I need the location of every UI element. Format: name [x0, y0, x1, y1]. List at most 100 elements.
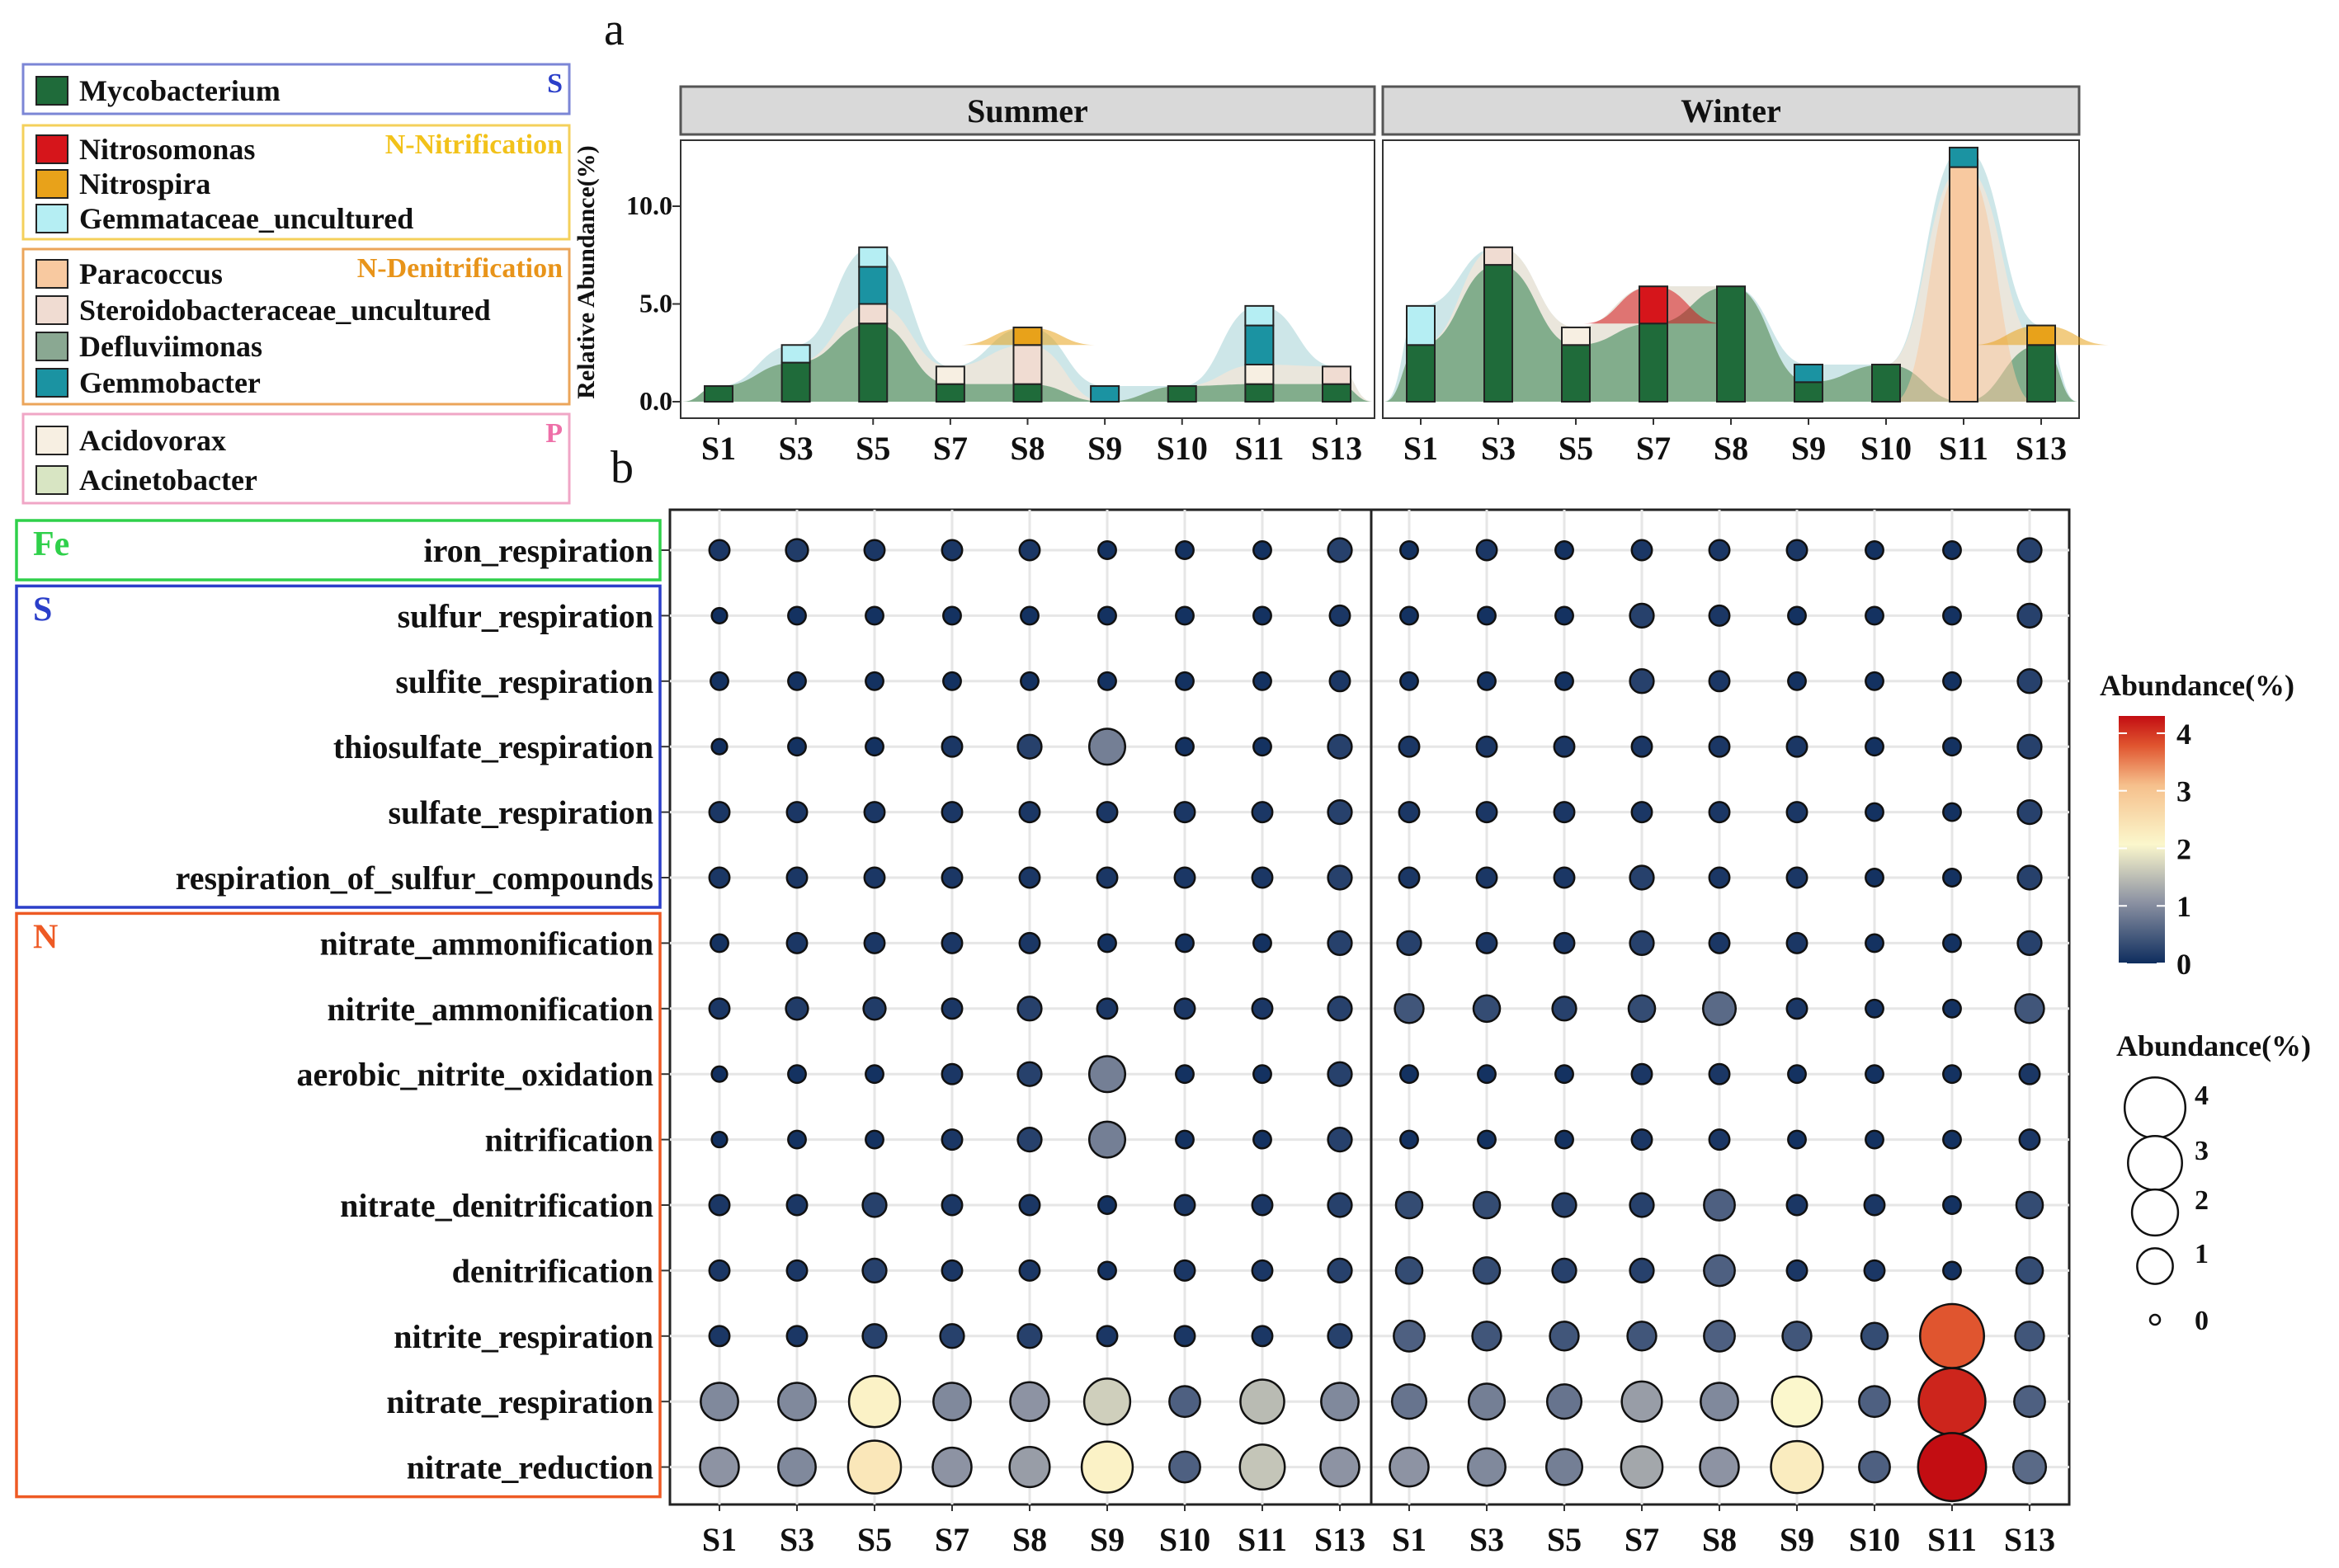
bubble: [1018, 801, 1041, 824]
bubble: [941, 735, 964, 758]
bubble: [1554, 1129, 1574, 1150]
bubble: [1475, 539, 1498, 562]
bubble: [1399, 605, 1419, 626]
x-tick-label: S13: [1311, 430, 1362, 467]
bubble: [941, 1062, 964, 1085]
bubble: [1942, 605, 1962, 626]
bubble: [1630, 801, 1653, 824]
x-tick-label: S5: [857, 1521, 892, 1558]
x-tick-label: S1: [1403, 430, 1438, 467]
bubble: [1942, 671, 1962, 691]
bubble: [1708, 539, 1731, 562]
row-label: aerobic_nitrite_oxidation: [296, 1056, 653, 1093]
bubble: [941, 931, 964, 954]
bubble: [785, 1194, 809, 1217]
bubble: [932, 1382, 972, 1422]
x-tick-label: S10: [1860, 430, 1912, 467]
bubble: [1097, 671, 1117, 691]
color-legend-tick: 0: [2176, 948, 2191, 981]
stack-segment: [1949, 166, 1978, 403]
bubble: [1553, 801, 1576, 824]
bubble: [1551, 1257, 1577, 1284]
bubble: [777, 1447, 817, 1487]
facet-strip-label: Winter: [1681, 92, 1780, 129]
size-legend-label: 0: [2195, 1306, 2209, 1336]
bubble: [1785, 801, 1808, 824]
legend-item-label: Gemmataceae_uncultured: [79, 202, 413, 235]
bubble: [2016, 668, 2043, 695]
row-label: nitrate_ammonification: [320, 925, 653, 962]
bubble: [1863, 1259, 1886, 1282]
bubble: [1787, 671, 1807, 691]
stack-segment: [858, 323, 889, 403]
bubble: [710, 606, 729, 624]
bubble: [1865, 671, 1884, 691]
bubble: [785, 996, 809, 1021]
bubble: [1551, 1192, 1577, 1218]
bubble: [1096, 801, 1119, 824]
bubble: [941, 1259, 964, 1282]
bubble: [1553, 866, 1576, 889]
stack-segment: [1483, 264, 1513, 403]
bubble: [1399, 671, 1419, 691]
bubble: [1016, 1323, 1043, 1349]
bubble: [1080, 1440, 1134, 1494]
bubble: [862, 996, 887, 1021]
x-tick-label: S5: [1559, 430, 1593, 467]
row-label: denitrification: [452, 1252, 653, 1289]
size-legend-circle: [2130, 1188, 2180, 1237]
facet-summer: Summer S1 S3 S5 S7 S8 S9 S10 S11 S13: [679, 85, 1376, 467]
bubble: [1173, 1259, 1196, 1282]
bubble: [1785, 539, 1808, 562]
bubble: [1327, 798, 1353, 826]
bubble: [787, 671, 807, 691]
bubble: [1629, 864, 1655, 891]
legend-swatch: [35, 169, 68, 199]
color-legend-tick: 1: [2176, 890, 2191, 923]
bubble: [1554, 671, 1574, 691]
x-tick-label: S11: [1939, 430, 1988, 467]
bubble: [1475, 866, 1498, 889]
bubble: [1865, 540, 1884, 560]
bubble: [708, 866, 731, 889]
x-tick-label: S7: [935, 1521, 969, 1558]
stack-segment: [1483, 246, 1513, 266]
bubble: [1919, 1302, 1985, 1369]
bubble: [2014, 1321, 2045, 1352]
bubble: [1475, 801, 1498, 824]
x-tick-label: S7: [933, 430, 968, 467]
bubble: [863, 866, 886, 889]
bubble: [2016, 798, 2043, 826]
bubble: [1018, 1259, 1041, 1282]
bubble: [1173, 1325, 1196, 1348]
bubble: [942, 605, 962, 626]
legend-swatch: [35, 76, 68, 106]
bubble: [1173, 801, 1196, 824]
bubble: [2018, 1062, 2041, 1085]
bubble: [1175, 605, 1195, 626]
bubble: [1238, 1443, 1286, 1491]
size-legend-label: 1: [2195, 1239, 2209, 1269]
bubble: [1942, 1195, 1962, 1215]
row-group-tag: Fe: [33, 525, 69, 563]
bubble: [1629, 602, 1655, 629]
bubble: [941, 1128, 964, 1151]
bubble: [1020, 671, 1040, 691]
bubble: [1020, 605, 1040, 626]
y-tick-label: 5.0: [639, 289, 672, 318]
bubble: [2011, 1449, 2048, 1485]
stack-segment: [1871, 363, 1901, 403]
stack-segment: [1244, 324, 1275, 365]
row-label: nitrite_ammonification: [328, 991, 654, 1028]
bubble: [1327, 930, 1353, 957]
bubble: [1252, 605, 1272, 626]
bubble: [787, 1129, 807, 1150]
bubble: [1096, 997, 1119, 1020]
bubble: [1087, 1120, 1127, 1159]
legend-swatch: [35, 426, 68, 455]
bubble: [1630, 735, 1653, 758]
bubble: [1785, 1259, 1808, 1282]
bubble: [1009, 1381, 1050, 1422]
bubble: [1096, 1325, 1119, 1348]
bubble: [1173, 1194, 1196, 1217]
